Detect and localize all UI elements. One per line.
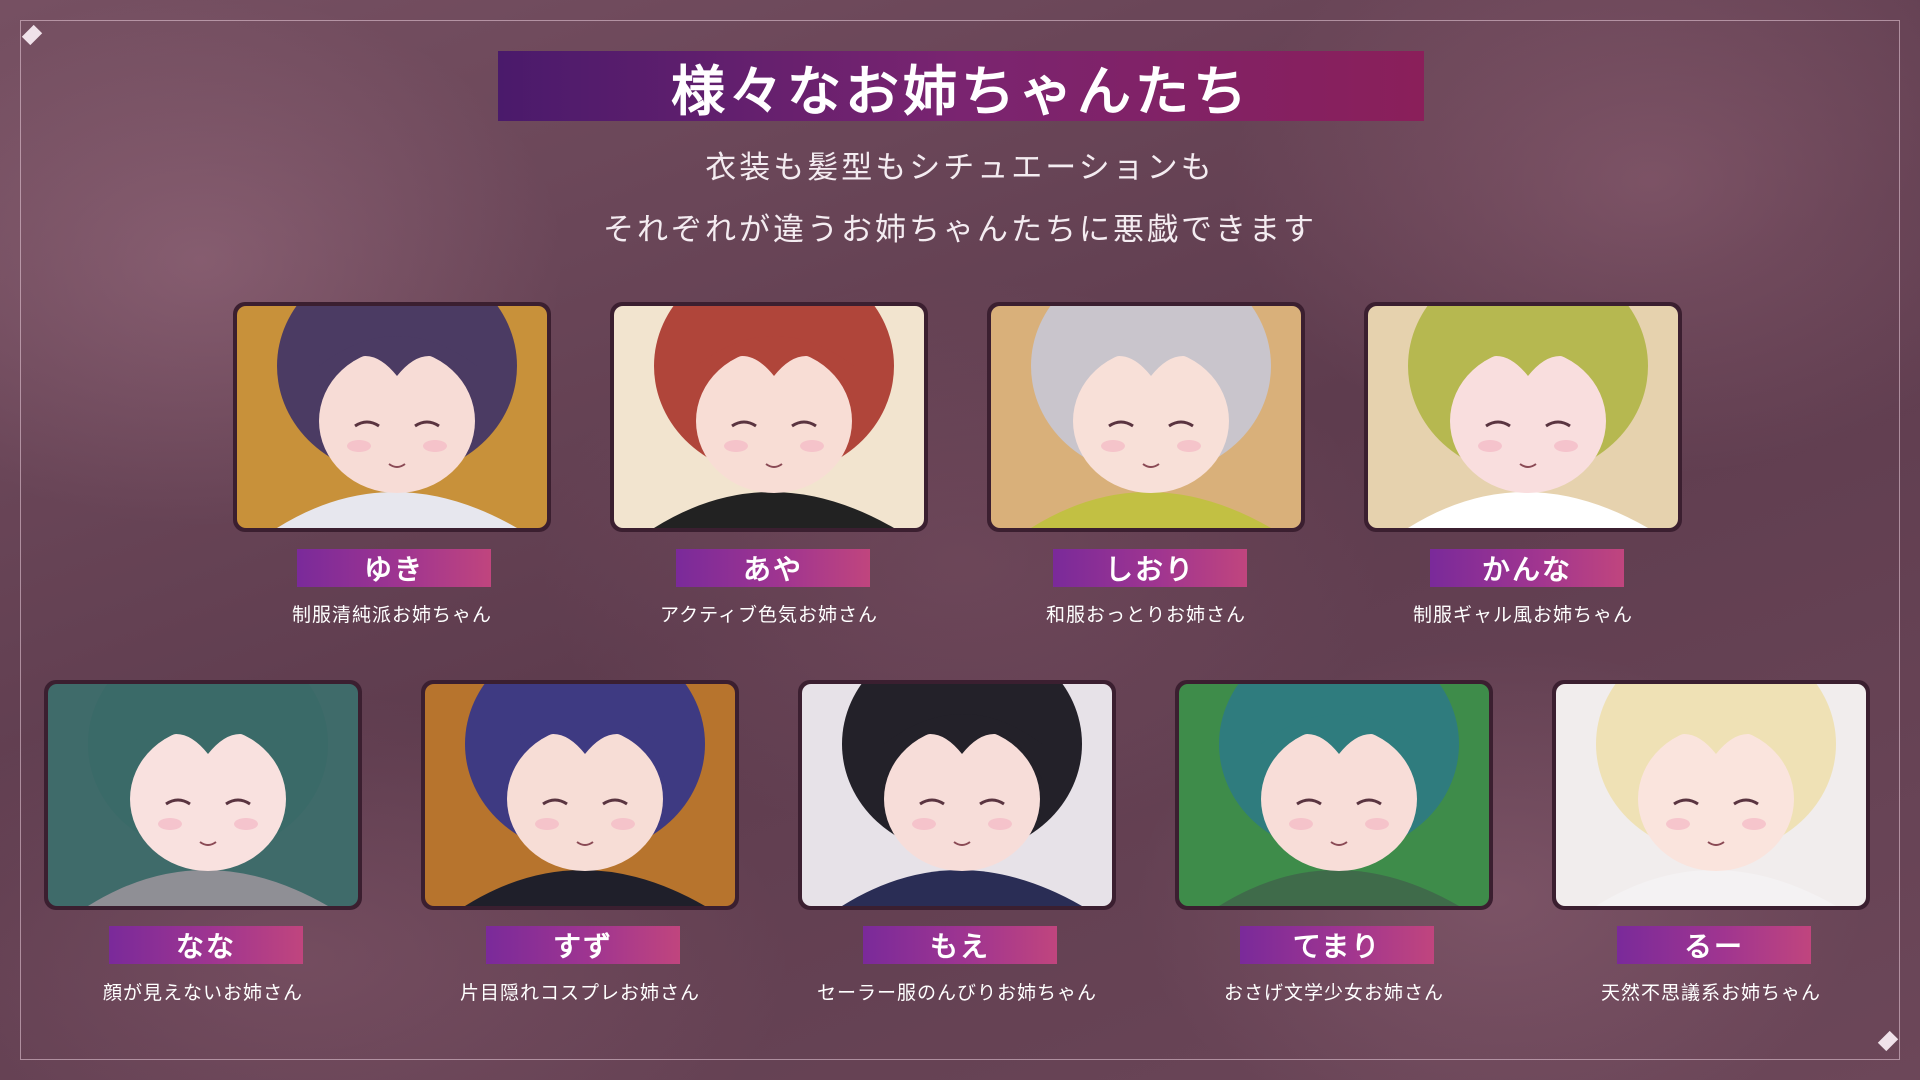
character-portrait xyxy=(610,302,928,532)
character-description: 制服ギャル風お姉ちゃん xyxy=(1412,604,1633,626)
portrait-blush-left xyxy=(1101,440,1125,452)
character-name-badge: もえ xyxy=(863,926,1057,964)
portrait-illustration xyxy=(1368,306,1678,528)
portrait-illustration xyxy=(425,684,735,906)
character-description: 制服清純派お姉ちゃん xyxy=(291,604,492,626)
title-banner: 様々なお姉ちゃんたち xyxy=(498,51,1424,123)
portrait-blush-left xyxy=(347,440,371,452)
portrait-blush-left xyxy=(912,818,936,830)
character-portrait xyxy=(44,680,362,910)
character-name-badge: なな xyxy=(109,926,303,964)
character-description: 片目隠れコスプレお姉さん xyxy=(459,982,700,1004)
character-portrait xyxy=(987,302,1305,532)
character-portrait xyxy=(798,680,1116,910)
portrait-illustration xyxy=(1556,684,1866,906)
portrait-blush-right xyxy=(1554,440,1578,452)
portrait-illustration xyxy=(48,684,358,906)
portrait-blush-left xyxy=(535,818,559,830)
portrait-blush-left xyxy=(1666,818,1690,830)
portrait-blush-right xyxy=(423,440,447,452)
character-portrait xyxy=(1364,302,1682,532)
character-name-badge: かんな xyxy=(1430,549,1624,587)
subtitle-line-2: それぞれが違うお姉ちゃんたちに悪戯できます xyxy=(603,212,1317,248)
portrait-blush-right xyxy=(1177,440,1201,452)
character-name-badge: てまり xyxy=(1240,926,1434,964)
character-name-badge: しおり xyxy=(1053,549,1247,587)
portrait-blush-left xyxy=(724,440,748,452)
character-description: 天然不思議系お姉ちゃん xyxy=(1600,982,1821,1004)
portrait-blush-right xyxy=(234,818,258,830)
character-description: おさげ文学少女お姉さん xyxy=(1223,982,1444,1004)
portrait-illustration xyxy=(802,684,1112,906)
portrait-blush-right xyxy=(988,818,1012,830)
portrait-blush-left xyxy=(158,818,182,830)
character-description: アクティブ色気お姉さん xyxy=(660,604,878,626)
character-portrait xyxy=(233,302,551,532)
character-description: 顔が見えないお姉さん xyxy=(102,982,303,1004)
portrait-blush-right xyxy=(800,440,824,452)
portrait-illustration xyxy=(1179,684,1489,906)
portrait-blush-right xyxy=(1742,818,1766,830)
portrait-blush-left xyxy=(1289,818,1313,830)
character-name-badge: るー xyxy=(1617,926,1811,964)
page-title: 様々なお姉ちゃんたち xyxy=(671,58,1251,123)
character-portrait xyxy=(1552,680,1870,910)
portrait-blush-right xyxy=(611,818,635,830)
character-portrait xyxy=(1175,680,1493,910)
character-name-badge: あや xyxy=(676,549,870,587)
character-description: 和服おっとりお姉さん xyxy=(1045,604,1246,626)
portrait-illustration xyxy=(614,306,924,528)
subtitle-line-1: 衣装も髪型もシチュエーションも xyxy=(705,150,1215,186)
portrait-illustration xyxy=(991,306,1301,528)
character-name-badge: ゆき xyxy=(297,549,491,587)
character-description: セーラー服のんびりお姉ちゃん xyxy=(816,982,1097,1004)
character-name-badge: すず xyxy=(486,926,680,964)
portrait-blush-left xyxy=(1478,440,1502,452)
portrait-illustration xyxy=(237,306,547,528)
character-portrait xyxy=(421,680,739,910)
portrait-blush-right xyxy=(1365,818,1389,830)
